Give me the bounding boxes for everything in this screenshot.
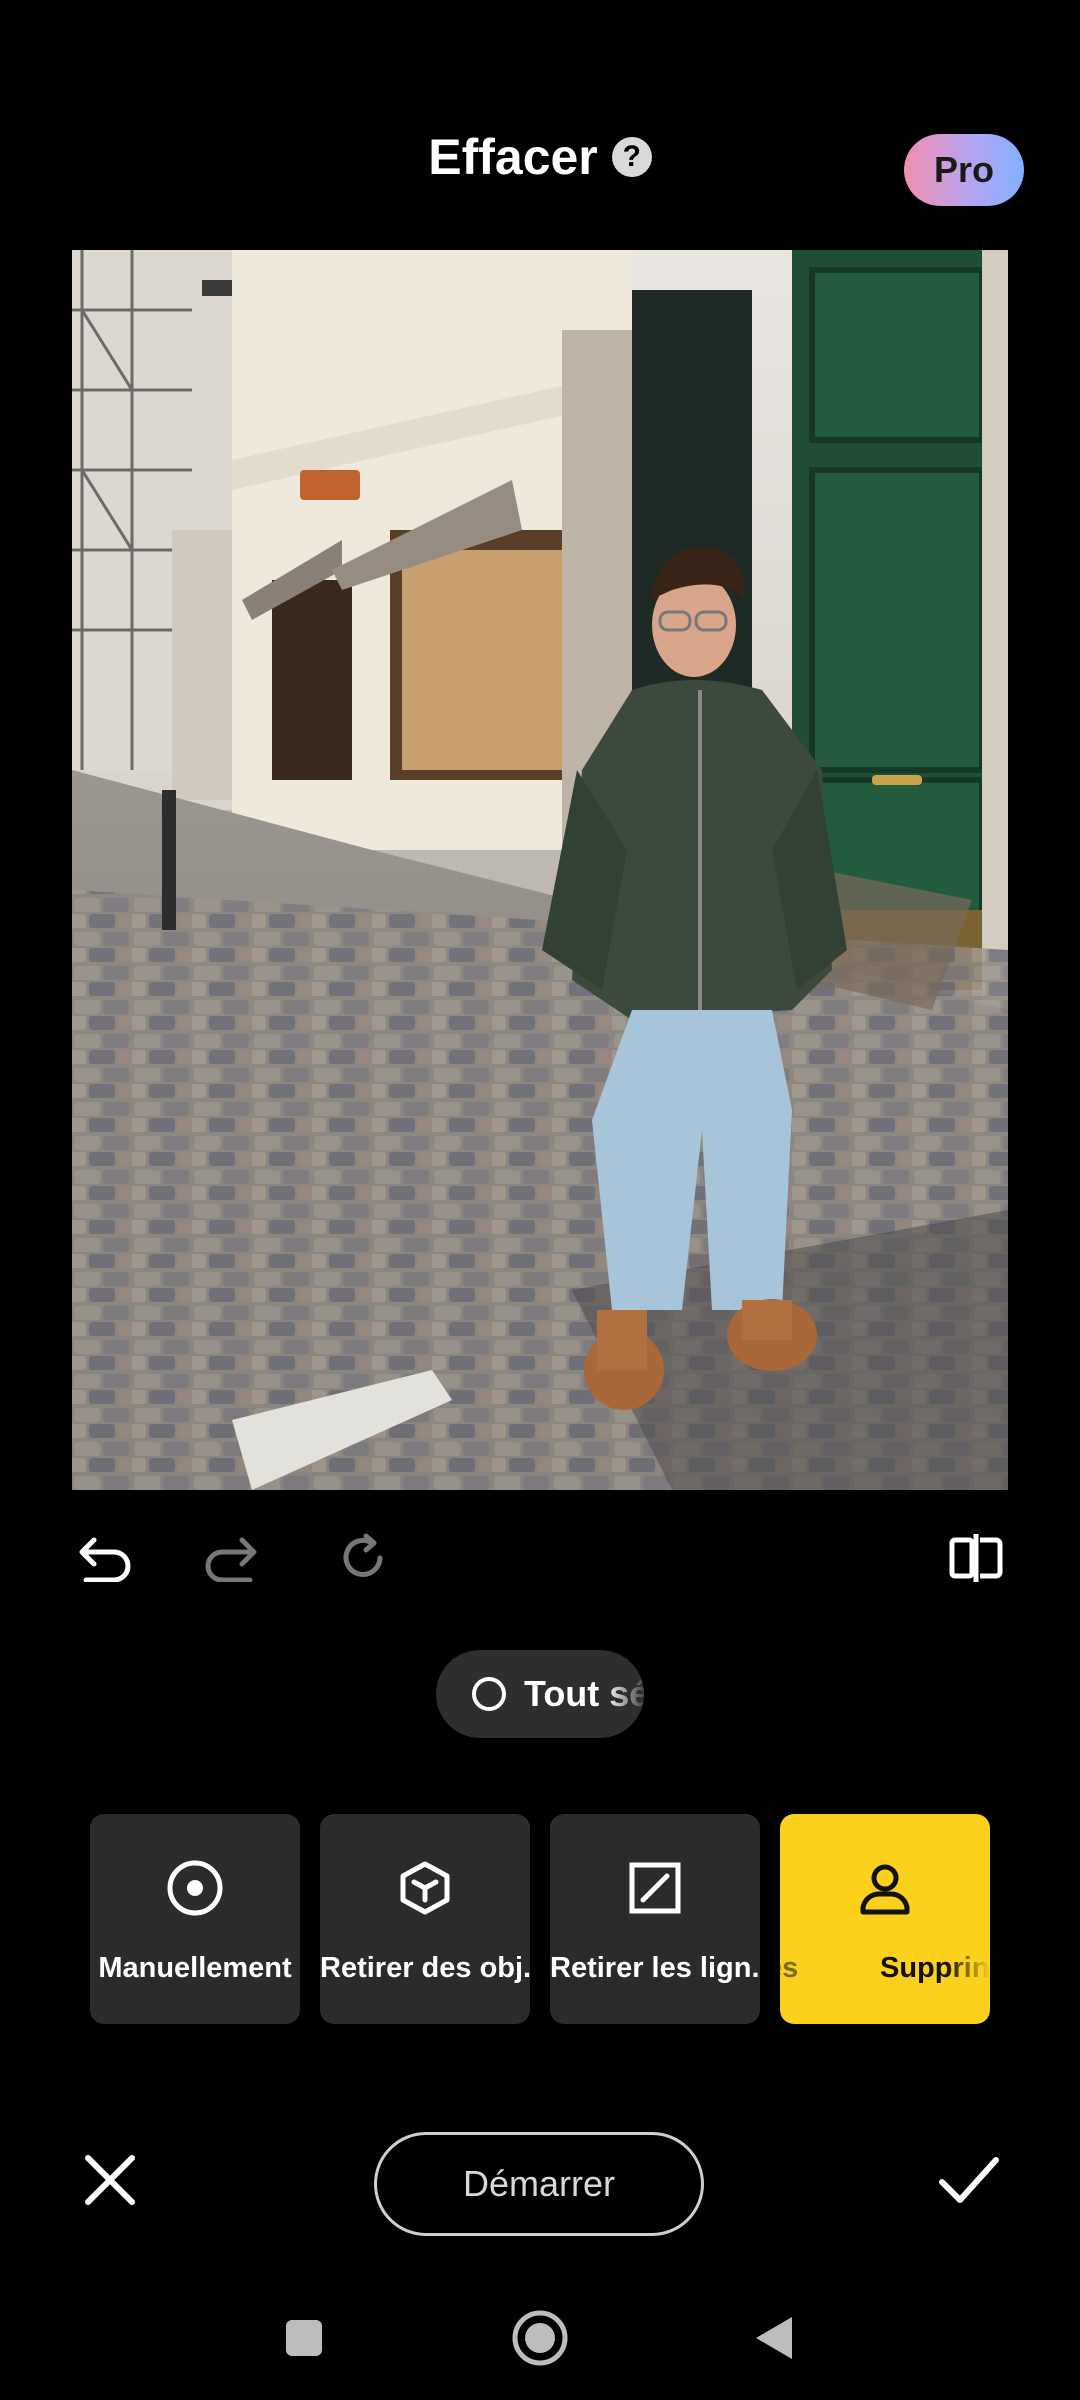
mode-label-fragment: es [780,1952,799,1984]
mode-card-remove-objects[interactable]: Retirer des obj.. [320,1814,530,2024]
redo-icon[interactable] [204,1530,260,1586]
undo-icon[interactable] [76,1530,132,1586]
street-photo [72,250,1008,1490]
pro-badge[interactable]: Pro [904,134,1024,206]
nav-recents-button[interactable] [282,2310,326,2366]
photo-canvas[interactable] [72,250,1008,1490]
screen: Effacer ? Pro Tout sé Manuellement Retir… [0,0,1080,2400]
cube-icon [320,1856,530,1920]
mode-label: Supprin [880,1952,990,1984]
mode-label: Manuellement [98,1952,292,1984]
close-icon[interactable] [82,2152,138,2208]
mode-card-remove-people[interactable]: es Supprin [780,1814,990,2024]
select-all-button[interactable]: Tout sé [436,1650,644,1738]
mode-label: Retirer des obj.. [320,1952,530,1984]
radio-circle-icon [472,1677,506,1711]
target-circle-icon [90,1856,300,1920]
select-all-label: Tout sé [524,1673,644,1714]
help-icon[interactable]: ? [611,137,652,177]
start-button[interactable]: Démarrer [374,2132,704,2236]
mode-card-remove-lines[interactable]: Retirer les lign.. [550,1814,760,2024]
person-icon [780,1856,990,1920]
line-square-icon [550,1856,760,1920]
nav-back-button[interactable] [752,2310,796,2366]
check-icon[interactable] [938,2150,1000,2212]
nav-home-button[interactable] [510,2310,570,2366]
mode-card-manual[interactable]: Manuellement [90,1814,300,2024]
reset-icon[interactable] [336,1530,392,1586]
compare-icon[interactable] [948,1530,1004,1586]
page-title: Effacer [428,129,598,185]
mode-label: Retirer les lign.. [550,1952,760,1984]
